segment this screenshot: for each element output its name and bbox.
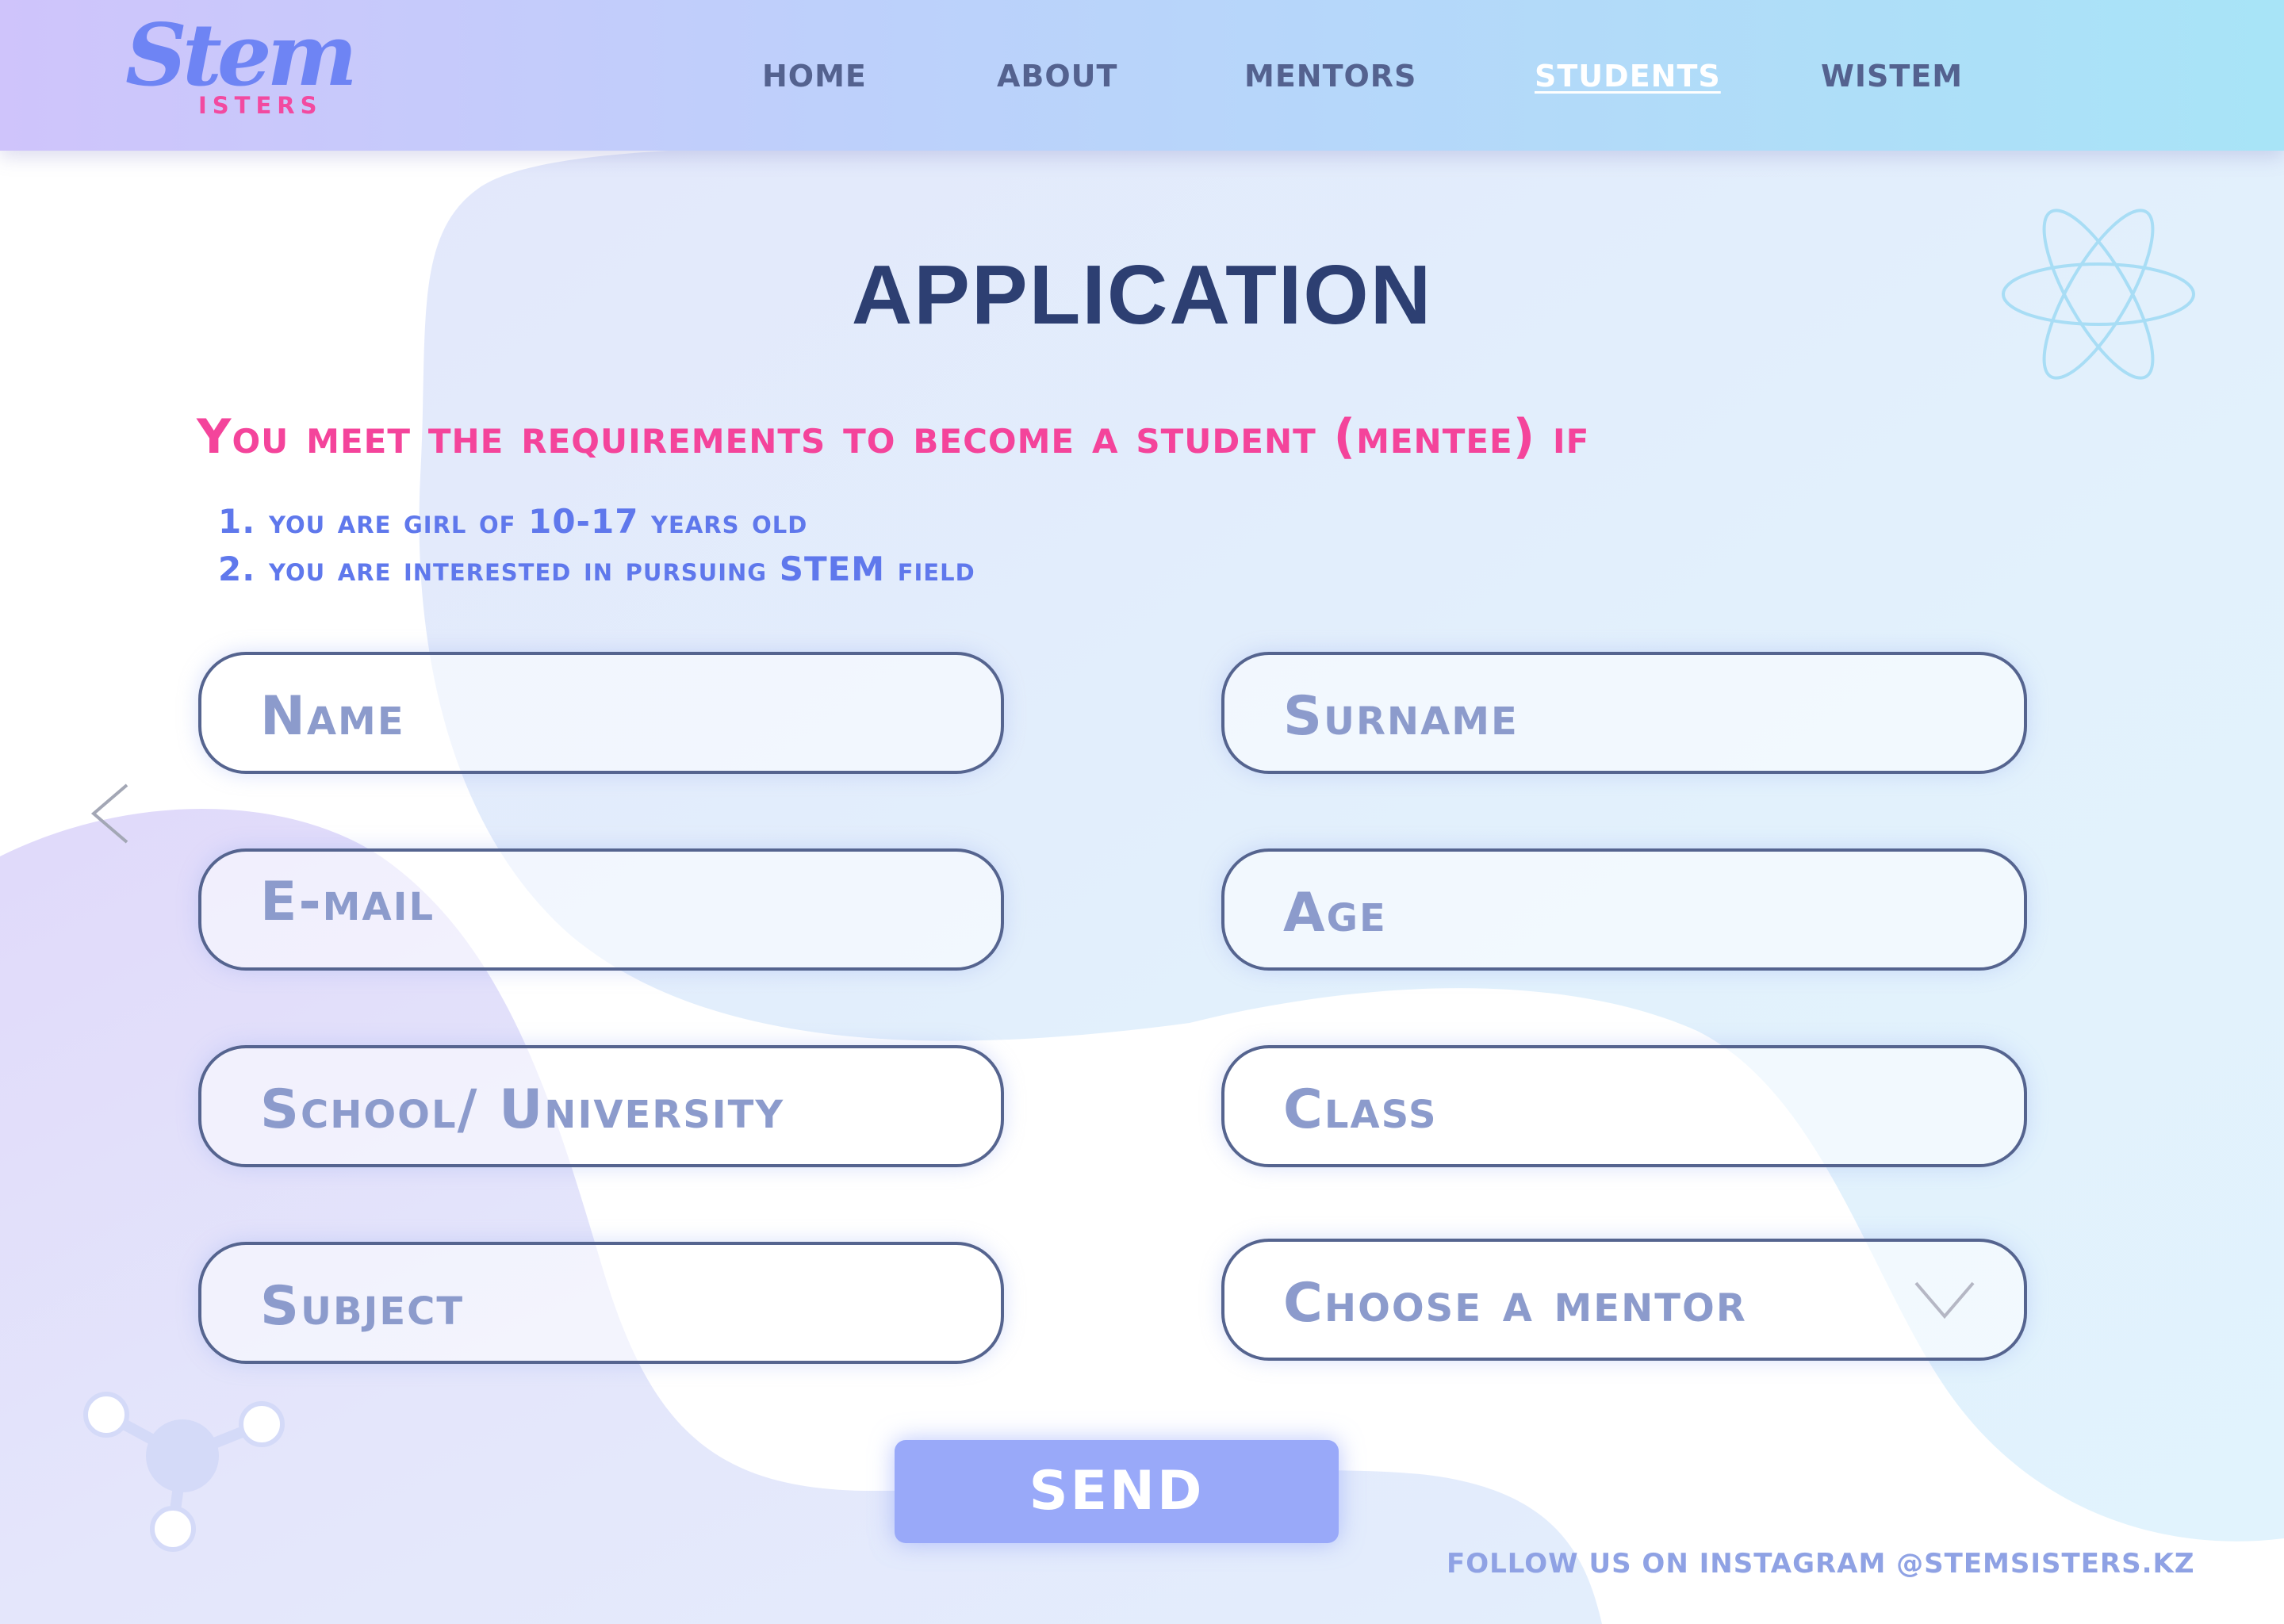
logo-subtext: ISTERS (198, 92, 323, 119)
background-decoration (0, 0, 2284, 1624)
name-field[interactable]: Name (198, 652, 1004, 774)
mentor-select[interactable]: Choose a mentor (1221, 1239, 2027, 1361)
send-button[interactable]: SEND (895, 1440, 1339, 1543)
age-placeholder: Age (1283, 882, 1387, 944)
class-placeholder: Class (1283, 1078, 1438, 1141)
surname-placeholder: Surname (1283, 685, 1519, 748)
subject-field[interactable]: Subject (198, 1242, 1004, 1364)
page-title: APPLICATION (851, 248, 1433, 342)
requirements-list: 1. you are girl of 10-17 years old 2. you … (218, 498, 975, 593)
logo-wordmark: Stem (125, 6, 358, 105)
school-field[interactable]: School/ University (198, 1045, 1004, 1167)
list-item: 2. you are interested in pursuing STEM fi… (218, 546, 975, 593)
list-item-number: 2. (218, 550, 256, 588)
list-item-text: you are girl of 10-17 years old (269, 502, 808, 541)
nav-students[interactable]: STUDENTS (1535, 59, 1721, 94)
nav-mentors[interactable]: MENTORS (1244, 59, 1416, 94)
chevron-down-icon (1913, 1277, 1976, 1324)
email-field[interactable]: E-mail (198, 848, 1004, 971)
class-field[interactable]: Class (1221, 1045, 2027, 1167)
list-item: 1. you are girl of 10-17 years old (218, 498, 975, 546)
name-placeholder: Name (260, 685, 405, 748)
chevron-left-icon[interactable] (87, 782, 135, 845)
molecule-icon (79, 1380, 301, 1562)
email-placeholder: E-mail (260, 871, 435, 933)
list-item-text: you are interested in pursuing STEM fiel… (269, 550, 975, 588)
list-item-number: 1. (218, 502, 256, 541)
stem-sisters-logo[interactable]: Stem ISTERS (125, 13, 371, 128)
subject-placeholder: Subject (260, 1275, 465, 1338)
age-field[interactable]: Age (1221, 848, 2027, 971)
site-header: Stem ISTERS HOME ABOUT MENTORS STUDENTS … (0, 0, 2284, 151)
mentor-select-label: Choose a mentor (1283, 1272, 1747, 1335)
requirements-heading: You meet the requirements to become a st… (197, 409, 1590, 465)
nav-home[interactable]: HOME (762, 59, 867, 94)
school-placeholder: School/ University (260, 1078, 785, 1141)
nav-about[interactable]: ABOUT (997, 59, 1117, 94)
instagram-link[interactable]: FOLLOW US ON INSTAGRAM @STEMSISTERS.KZ (1447, 1548, 2195, 1580)
send-button-label: SEND (1029, 1460, 1205, 1522)
nav-wistem[interactable]: WISTEM (1821, 59, 1963, 94)
surname-field[interactable]: Surname (1221, 652, 2027, 774)
